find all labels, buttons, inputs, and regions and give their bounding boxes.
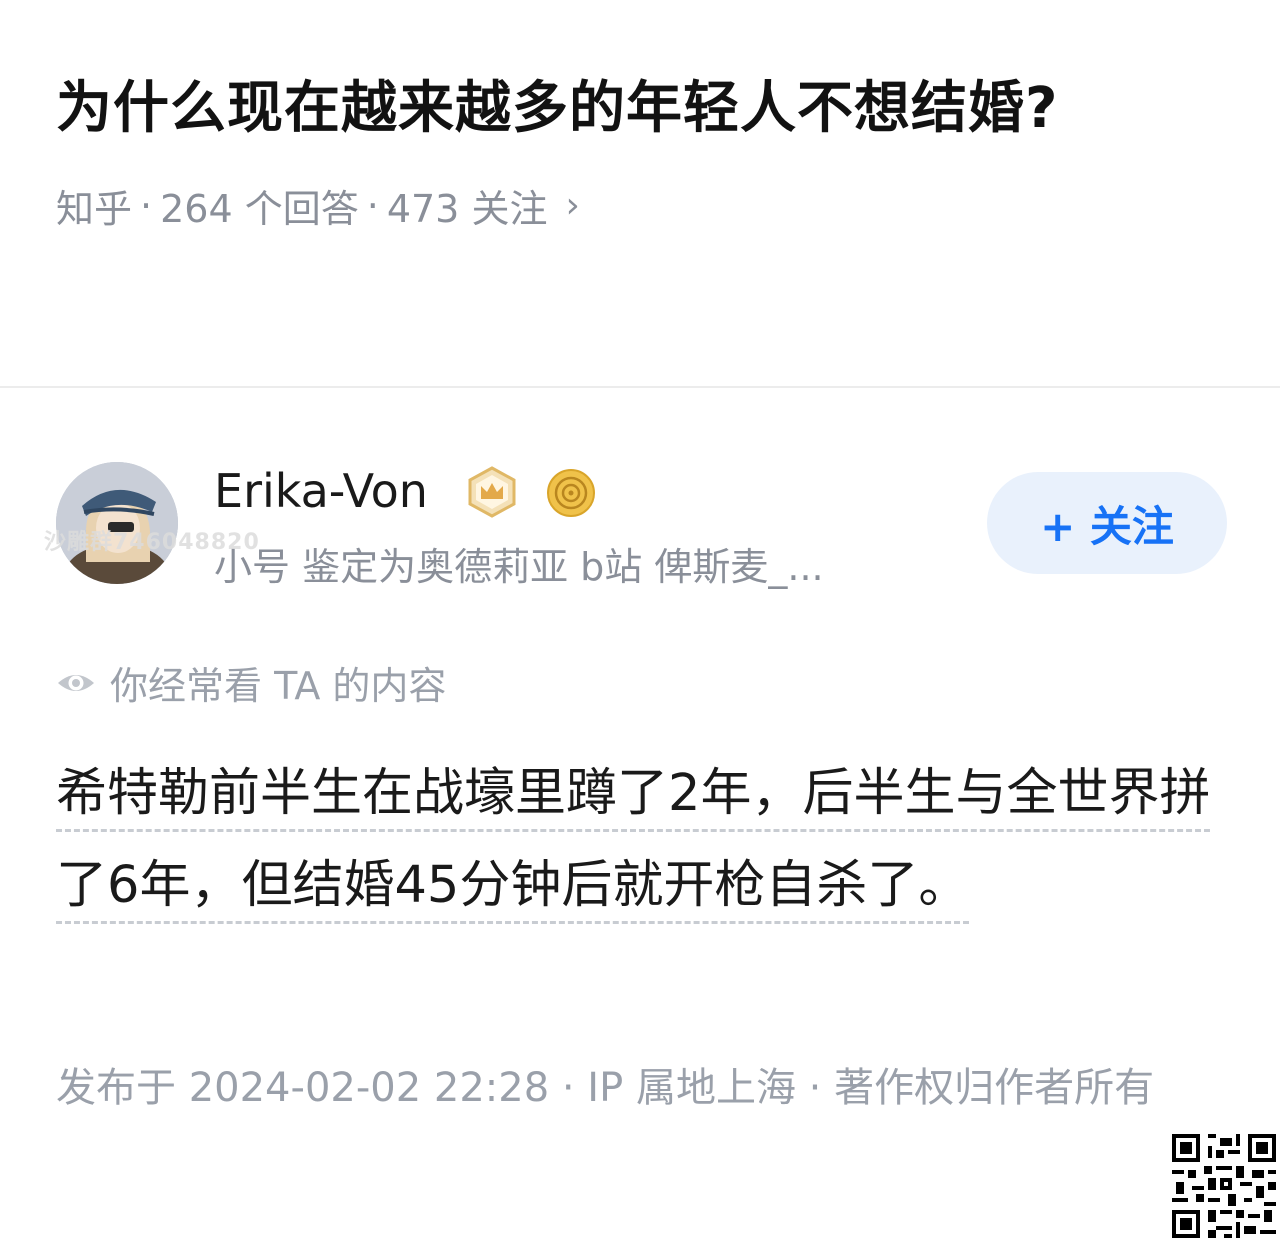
eye-icon xyxy=(58,674,94,691)
watermark-text: 沙雕群746048820 xyxy=(44,530,260,555)
meta-separator: · xyxy=(366,183,379,228)
follow-button[interactable]: + 关注 xyxy=(987,472,1227,574)
publish-info: 发布于 2024-02-02 22:28 · IP 属地上海 · 著作权归作者所… xyxy=(56,1065,1155,1111)
qr-code-icon xyxy=(1172,1134,1276,1238)
question-title[interactable]: 为什么现在越来越多的年轻人不想结婚? xyxy=(56,62,1166,156)
answer-content[interactable]: 希特勒前半生在战壕里蹲了2年，后半生与全世界拼了6年，但结婚45分钟后就开枪自杀… xyxy=(56,748,1226,932)
question-meta[interactable]: 知乎 · 264 个回答 · 473 关注 › xyxy=(56,178,1166,233)
question-header: 为什么现在越来越多的年轻人不想结婚? 知乎 · 264 个回答 · 473 关注… xyxy=(56,62,1166,233)
avatar[interactable] xyxy=(56,462,178,584)
coin-badge-icon[interactable] xyxy=(546,468,596,518)
meta-separator: · xyxy=(140,183,153,228)
chevron-right-icon[interactable]: › xyxy=(565,185,579,226)
answer-text: 希特勒前半生在战壕里蹲了2年，后半生与全世界拼了6年，但结婚45分钟后就开枪自杀… xyxy=(56,764,1211,924)
author-name[interactable]: Erika-Von xyxy=(214,464,428,518)
seen-indicator: 你经常看 TA 的内容 xyxy=(56,655,446,710)
answer-count: 264 个回答 xyxy=(160,187,359,231)
author-bio[interactable]: 小号 鉴定为奥德莉亚 b站 俾斯麦_... xyxy=(214,536,934,591)
section-divider xyxy=(0,386,1280,388)
seen-note: 你经常看 TA 的内容 xyxy=(110,664,447,708)
follower-count: 473 关注 xyxy=(386,187,548,231)
source-label: 知乎 xyxy=(56,187,133,231)
crown-badge-icon[interactable] xyxy=(466,466,518,518)
